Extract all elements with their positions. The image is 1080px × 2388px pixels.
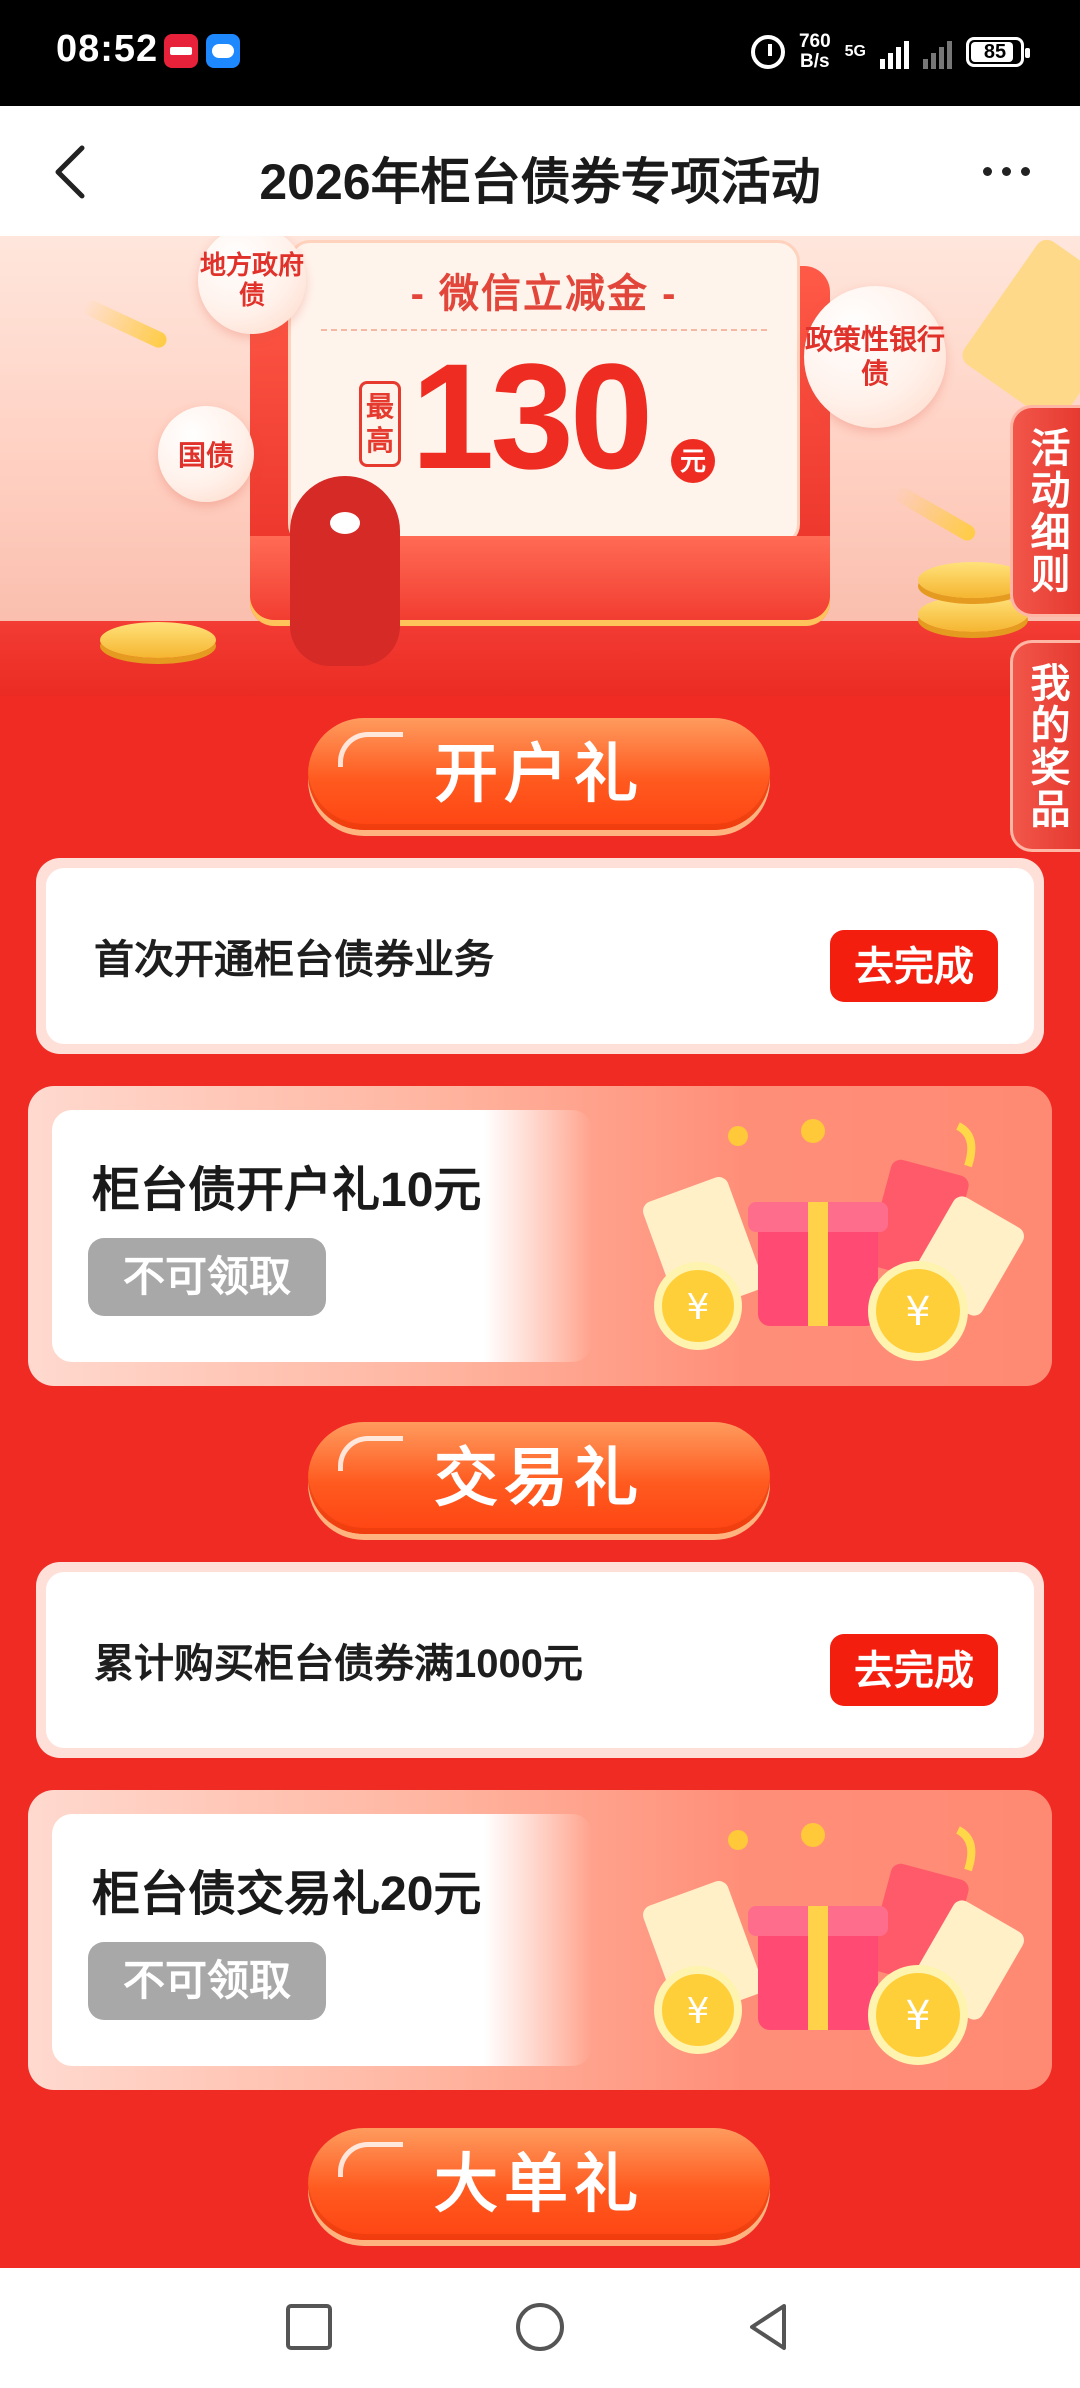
- streak-decoration: [80, 297, 170, 351]
- voucher-amount: 130: [411, 332, 653, 500]
- more-dot-icon: [1001, 166, 1011, 176]
- net-speed-unit: B/s: [800, 51, 830, 72]
- svg-text:¥: ¥: [905, 1289, 930, 1335]
- alarm-icon: [750, 35, 785, 69]
- my-prizes-tab[interactable]: 我的奖品: [1010, 640, 1080, 852]
- app-notification-icon: [164, 34, 198, 68]
- svg-text:¥: ¥: [687, 1287, 710, 1328]
- task-text: 首次开通柜台债券业务: [94, 938, 494, 982]
- more-dot-icon: [982, 166, 992, 176]
- net-speed: 760 B/s: [799, 32, 831, 72]
- nav-bar: 2026年柜台债券专项活动: [0, 106, 1080, 236]
- hero-banner: - 微信立减金 - 最高 130 元 地方政府债 国债 政策性银行债: [0, 236, 1080, 696]
- voucher-unit: 元: [671, 439, 715, 483]
- reward-title: 柜台债开户礼10元: [92, 1164, 482, 1217]
- gift-illustration: ¥ ¥: [643, 1119, 1024, 1361]
- battery-level: 85: [983, 40, 1007, 63]
- voucher-max-label: 最高: [359, 381, 401, 467]
- signal-icon: [880, 35, 909, 69]
- voucher-title: - 微信立减金 -: [410, 272, 678, 316]
- complete-task-button[interactable]: 去完成: [830, 1634, 998, 1706]
- bubble-policy-bond: 政策性银行债: [804, 286, 946, 428]
- status-bar: 08:52 760 B/s 5G 85: [0, 0, 1080, 106]
- net-speed-value: 760: [798, 31, 831, 52]
- mascot-illustration: [290, 476, 400, 666]
- reward-card: 柜台债交易礼20元 不可领取 ¥ ¥: [28, 1790, 1052, 2090]
- claim-reward-button[interactable]: 不可领取: [88, 1942, 326, 2020]
- reward-info: 柜台债开户礼10元 不可领取: [52, 1110, 592, 1362]
- complete-task-button[interactable]: 去完成: [830, 930, 998, 1002]
- claim-reward-button[interactable]: 不可领取: [88, 1238, 326, 1316]
- cloud-notification-icon: [206, 34, 240, 68]
- svg-text:¥: ¥: [687, 1991, 710, 2032]
- ticket-decoration: [957, 236, 1080, 427]
- system-nav-bar: [0, 2268, 1080, 2388]
- more-button[interactable]: [976, 158, 1036, 184]
- section-title-account-gift: 开户礼: [308, 718, 770, 830]
- home-icon[interactable]: [513, 2300, 567, 2354]
- more-dot-icon: [1020, 166, 1030, 176]
- recent-apps-icon[interactable]: [282, 2300, 336, 2354]
- reward-card: 柜台债开户礼10元 不可领取 ¥ ¥: [28, 1086, 1052, 1386]
- task-row-inner: 累计购买柜台债券满1000元 去完成: [46, 1572, 1034, 1748]
- reward-info: 柜台债交易礼20元 不可领取: [52, 1814, 592, 2066]
- page-title: 2026年柜台债券专项活动: [259, 154, 821, 210]
- task-row: 累计购买柜台债券满1000元 去完成: [36, 1562, 1044, 1758]
- voucher-divider: [321, 329, 767, 331]
- battery-icon: 85: [966, 37, 1030, 67]
- bubble-national-bond: 国债: [158, 406, 254, 502]
- task-row-inner: 首次开通柜台债券业务 去完成: [46, 868, 1034, 1044]
- activity-rules-tab[interactable]: 活动细则: [1010, 405, 1080, 617]
- coin-icon: [100, 622, 216, 658]
- section-title-trade-gift: 交易礼: [308, 1422, 770, 1534]
- streak-decoration: [892, 484, 978, 544]
- task-row: 首次开通柜台债券业务 去完成: [36, 858, 1044, 1054]
- task-text: 累计购买柜台债券满1000元: [94, 1642, 583, 1686]
- status-time: 08:52: [56, 28, 159, 70]
- section-title-large-order-gift: 大单礼: [308, 2128, 770, 2240]
- signal-secondary-icon: [923, 35, 952, 69]
- gift-illustration: ¥ ¥: [643, 1823, 1024, 2065]
- svg-text:¥: ¥: [905, 1993, 930, 2039]
- back-nav-icon[interactable]: [742, 2300, 796, 2354]
- status-indicators: 760 B/s 5G 85: [750, 22, 1030, 82]
- reward-title: 柜台债交易礼20元: [92, 1868, 482, 1921]
- network-type: 5G: [844, 43, 866, 60]
